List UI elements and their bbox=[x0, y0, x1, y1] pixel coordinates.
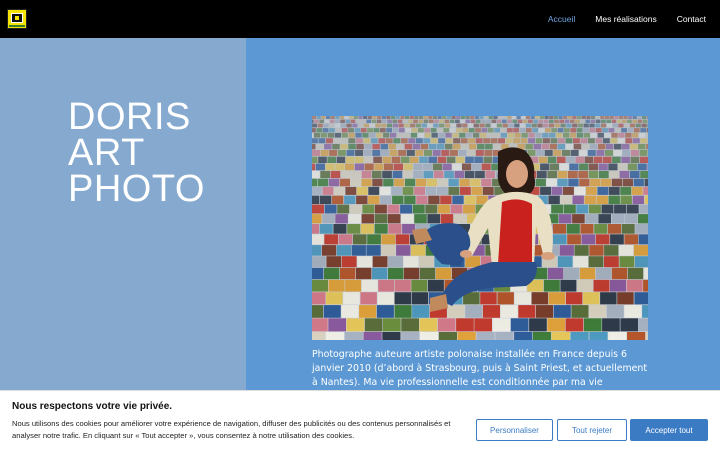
nav-link-accueil[interactable]: Accueil bbox=[548, 14, 575, 24]
cookie-banner-title: Nous respectons votre vie privée. bbox=[12, 401, 173, 412]
main-nav: Accueil Mes réalisations Contact bbox=[528, 0, 706, 38]
site-title-line-3: PHOTO bbox=[68, 168, 205, 210]
site-title-line-1: DORIS bbox=[68, 96, 191, 138]
nav-link-mes-realisations[interactable]: Mes réalisations bbox=[595, 14, 656, 24]
site-title: DORIS ART PHOTO bbox=[68, 96, 205, 210]
logo-frame-icon bbox=[11, 13, 23, 23]
photo-mosaic-image bbox=[312, 116, 648, 340]
logo-strip bbox=[9, 25, 25, 27]
top-navigation-bar: Accueil Mes réalisations Contact bbox=[0, 0, 720, 38]
customize-cookies-button[interactable]: Personnaliser bbox=[476, 419, 553, 441]
accept-all-cookies-button[interactable]: Accepter tout bbox=[630, 419, 708, 441]
nav-link-contact[interactable]: Contact bbox=[677, 14, 706, 24]
site-title-line-2: ART bbox=[68, 132, 145, 174]
site-logo[interactable] bbox=[7, 9, 27, 29]
cookie-consent-banner: Nous respectons votre vie privée. Nous u… bbox=[0, 390, 720, 450]
reject-all-cookies-button[interactable]: Tout rejeter bbox=[557, 419, 627, 441]
hero-photo bbox=[312, 116, 648, 340]
cookie-banner-text: Nous utilisons des cookies pour améliore… bbox=[12, 419, 451, 440]
